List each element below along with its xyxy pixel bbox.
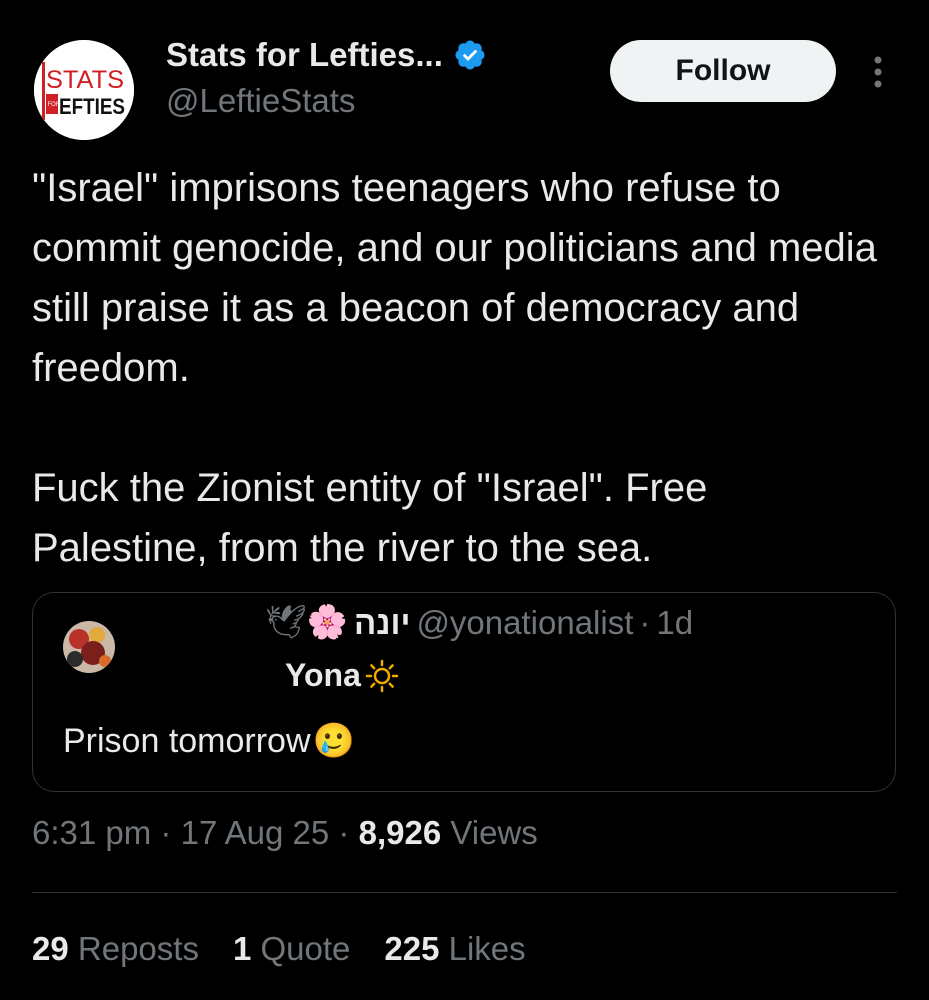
tweet-meta: 6:31 pm · 17 Aug 25 · 8,926 Views xyxy=(32,814,538,852)
svg-text:STATS: STATS xyxy=(46,66,124,94)
quoted-age: 1d xyxy=(656,603,694,641)
quoted-handle[interactable]: @yonationalist xyxy=(416,604,633,642)
quoted-separator: · xyxy=(639,603,651,641)
likes-label: Likes xyxy=(448,930,526,967)
quoted-text: Prison tomorrow xyxy=(63,721,311,760)
stats-for-lefties-logo-icon: STATS FOR EFTIES xyxy=(34,40,134,140)
likes-count: 225 xyxy=(384,930,440,967)
quoted-tweet-card[interactable]: 🕊🌸 יונה @yonationalist · 1d Yona Prison … xyxy=(32,592,896,792)
tweet-paragraph: "Israel" imprisons teenagers who refuse … xyxy=(32,166,877,390)
author-handle[interactable]: @LeftieStats xyxy=(166,82,355,120)
quotes-count: 1 xyxy=(232,930,252,967)
views-count: 8,926 xyxy=(358,814,442,851)
quoted-author-avatar xyxy=(63,621,115,673)
meta-separator: · xyxy=(160,814,172,851)
reposts-stat[interactable]: 29 Reposts xyxy=(32,930,199,968)
quoted-avatar-image-icon xyxy=(63,621,115,673)
reposts-label: Reposts xyxy=(77,930,199,967)
likes-stat[interactable]: 225 Likes xyxy=(384,930,525,968)
quotes-label: Quote xyxy=(260,930,351,967)
sun-icon xyxy=(365,659,399,692)
views-label: Views xyxy=(450,814,538,851)
tweet-paragraph: Fuck the Zionist entity of "Israel". Fre… xyxy=(32,466,708,570)
quoted-author-line: 🕊🌸 יונה @yonationalist · 1d xyxy=(265,603,693,642)
svg-text:EFTIES: EFTIES xyxy=(59,94,125,119)
more-vertical-icon[interactable] xyxy=(860,48,896,96)
tweet-time[interactable]: 6:31 pm xyxy=(32,814,151,851)
smiling-tear-emoji-icon: 🥲 xyxy=(312,722,355,760)
quoted-display-name-row: Yona xyxy=(285,657,399,694)
author-name-row[interactable]: Stats for Lefties... xyxy=(166,36,487,74)
quoted-display-name: Yona xyxy=(285,657,361,693)
tweet-text: "Israel" imprisons teenagers who refuse … xyxy=(32,158,892,578)
engagement-stats: 29 Reposts 1 Quote 225 Likes xyxy=(32,930,526,968)
quoted-name-emojis: 🕊🌸 xyxy=(265,603,348,640)
author-avatar[interactable]: STATS FOR EFTIES xyxy=(34,40,134,140)
verified-badge-icon xyxy=(455,40,485,70)
quoted-name-hebrew: יונה xyxy=(353,603,411,641)
tweet: STATS FOR EFTIES Stats for Lefties... @L… xyxy=(0,0,929,1000)
meta-separator: · xyxy=(338,814,350,851)
tweet-date[interactable]: 17 Aug 25 xyxy=(181,814,330,851)
quoted-text-row: Prison tomorrow 🥲 xyxy=(63,721,355,761)
quotes-stat[interactable]: 1 Quote xyxy=(233,930,350,968)
follow-button[interactable]: Follow xyxy=(610,40,836,102)
reposts-count: 29 xyxy=(32,930,69,967)
divider xyxy=(32,892,897,893)
author-display-name[interactable]: Stats for Lefties... xyxy=(166,36,443,74)
